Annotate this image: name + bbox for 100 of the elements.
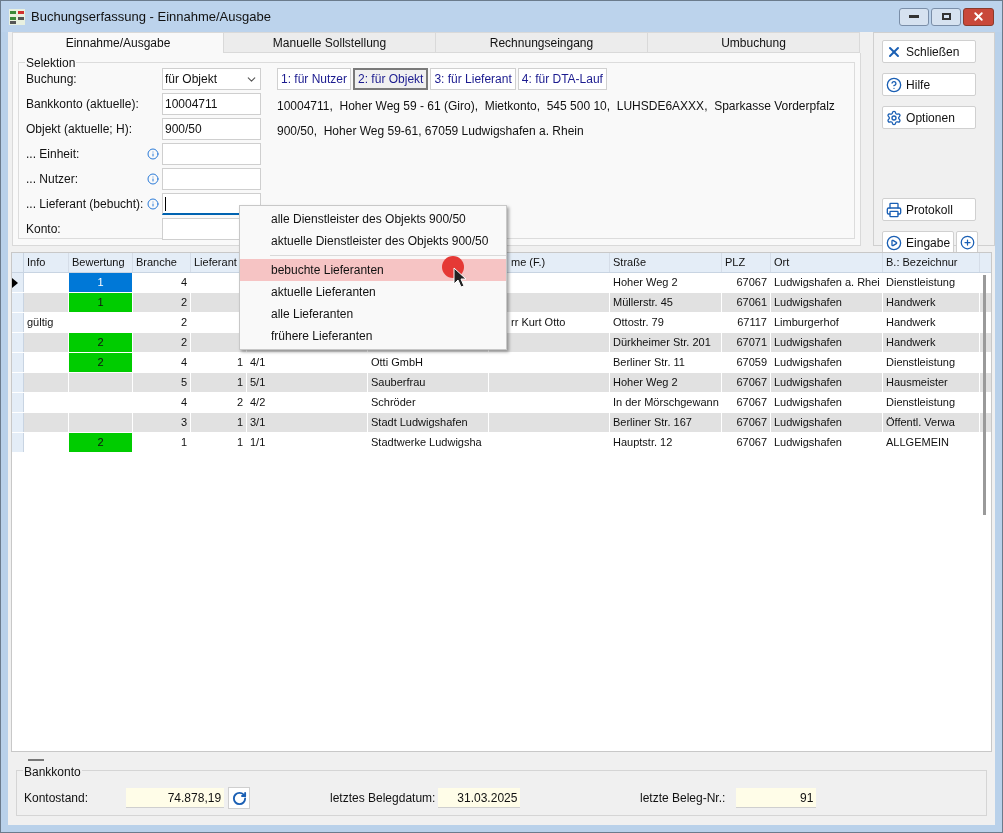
- table-cell-text: 67067: [735, 275, 768, 291]
- mode-button[interactable]: 4: für DTA-Lauf: [517, 68, 607, 90]
- side-button[interactable]: Hilfe: [882, 73, 977, 96]
- table-cell-text: Hauptstr. 12: [612, 435, 674, 451]
- tab[interactable]: Einnahme/Ausgabe: [12, 32, 224, 53]
- table-cell-text: 1: [179, 435, 188, 451]
- table-cell-text: Ludwigshafen: [773, 295, 843, 311]
- table-cell-text: Dürkheimer Str. 201: [612, 335, 712, 351]
- maximize-button[interactable]: [931, 7, 961, 26]
- column-header[interactable]: PLZ: [725, 254, 746, 271]
- table-cell-text: 2: [179, 315, 188, 331]
- table-cell-text: Limburgerhof: [773, 315, 840, 331]
- side-button[interactable]: Optionen: [882, 106, 977, 129]
- table-cell-text: 1: [235, 355, 244, 371]
- field-label: Konto:: [26, 221, 61, 238]
- info-icon[interactable]: [147, 198, 159, 210]
- table-cell-text: Öffentl. Verwa: [885, 415, 956, 431]
- table-cell-text: 2: [179, 295, 188, 311]
- info-icon[interactable]: [147, 148, 159, 160]
- column-header[interactable]: Straße: [613, 254, 646, 271]
- input-field[interactable]: [162, 143, 261, 165]
- table-cell-text: Müllerstr. 45: [612, 295, 674, 311]
- column-header[interactable]: Info: [27, 254, 46, 271]
- table-cell-text: Ottostr. 79: [612, 315, 665, 331]
- tab[interactable]: Umbuchung: [648, 32, 860, 53]
- table-cell-text: 67067: [735, 395, 768, 411]
- side-button[interactable]: Protokoll: [882, 198, 977, 221]
- add-button[interactable]: [956, 231, 979, 254]
- field-label: ... Einheit:: [26, 146, 80, 163]
- value-field: 31.03.2025: [438, 788, 521, 808]
- info-icon[interactable]: [147, 173, 159, 185]
- table-cell-text: 67067: [735, 415, 768, 431]
- table-cell-text: Stadt Ludwigshafen: [370, 415, 469, 431]
- menu-item[interactable]: alle Lieferanten: [240, 303, 506, 325]
- field-label: ... Lieferant (bebucht):: [26, 196, 144, 213]
- booking-dropdown[interactable]: für Objekt: [162, 68, 261, 90]
- refresh-icon: [231, 790, 247, 806]
- field-label: Bankkonto (aktuelle):: [26, 96, 139, 113]
- table-cell-text: 4: [179, 275, 188, 291]
- column-header[interactable]: Lieferant: [194, 254, 237, 271]
- table-cell-text: 5: [179, 375, 188, 391]
- table-cell-text: Handwerk: [885, 295, 937, 311]
- table-cell-text: 4: [179, 395, 188, 411]
- mode-button[interactable]: 1: für Nutzer: [277, 68, 352, 90]
- play-icon: [886, 234, 903, 251]
- menu-item[interactable]: frühere Lieferanten: [240, 325, 506, 347]
- table-cell-text: 67067: [735, 375, 768, 391]
- rating-cell: 1: [69, 273, 132, 292]
- table-cell-text: Hausmeister: [885, 375, 949, 391]
- menu-item[interactable]: bebuchte Lieferanten: [240, 259, 506, 281]
- column-header[interactable]: Branche: [136, 254, 177, 271]
- value-field: 91: [736, 788, 817, 808]
- rating-cell: 2: [69, 353, 132, 372]
- table-cell-text: 3: [179, 415, 188, 431]
- table-cell-text: ALLGEMEIN: [885, 435, 950, 451]
- field-label: Kontostand:: [24, 790, 89, 807]
- column-header[interactable]: me (F.): [511, 254, 546, 271]
- input-field[interactable]: [162, 193, 261, 215]
- app-icon: [9, 8, 25, 25]
- tab[interactable]: Manuelle Sollstellung: [224, 32, 436, 53]
- menu-item[interactable]: aktuelle Dienstleister des Objekts 900/50: [240, 230, 506, 252]
- table-cell-text: 1: [235, 375, 244, 391]
- mode-button[interactable]: 2: für Objekt: [353, 68, 429, 90]
- column-header[interactable]: B.: Bezeichnur: [886, 254, 958, 271]
- refresh-button[interactable]: [228, 787, 251, 809]
- minimize-button[interactable]: [899, 7, 929, 26]
- table-cell-text: Dienstleistung: [885, 395, 957, 411]
- window-title: Buchungserfassung - Einnahme/Ausgabe: [31, 7, 271, 26]
- field-label: ... Nutzer:: [26, 171, 78, 188]
- column-header[interactable]: Ort: [774, 254, 790, 271]
- table-cell-text: rr Kurt Otto: [510, 315, 567, 331]
- mode-button[interactable]: 3: für Lieferant: [430, 68, 516, 90]
- table-cell-text: 67061: [735, 295, 768, 311]
- table-cell-text: Hoher Weg 2: [612, 375, 679, 391]
- rating-cell: 2: [69, 333, 132, 352]
- table-cell-text: Ludwigshafen: [773, 335, 843, 351]
- table-cell-text: 1: [235, 415, 244, 431]
- current-row-icon: [12, 277, 18, 288]
- row-header[interactable]: [12, 273, 24, 292]
- table-cell-text: Dienstleistung: [885, 355, 957, 371]
- input-field[interactable]: 900/50: [162, 118, 261, 140]
- printer-icon: [886, 201, 903, 218]
- input-field[interactable]: [162, 168, 261, 190]
- side-button[interactable]: Eingabe: [882, 231, 955, 254]
- tab[interactable]: Rechnungseingang: [436, 32, 648, 53]
- menu-item[interactable]: alle Dienstleister des Objekts 900/50: [240, 208, 506, 230]
- table-cell-text: Ludwigshafen: [773, 375, 843, 391]
- info-text: 900/50, Hoher Weg 59-61, 67059 Ludwigshafen a. Rhein: [277, 123, 585, 140]
- column-header[interactable]: Bewertung: [72, 254, 125, 271]
- close-icon: [972, 10, 985, 23]
- input-field[interactable]: 10004711: [162, 93, 261, 115]
- table-cell-text: 2: [179, 335, 188, 351]
- close-button[interactable]: [963, 7, 994, 26]
- table-cell-text: Handwerk: [885, 315, 937, 331]
- menu-item[interactable]: aktuelle Lieferanten: [240, 281, 506, 303]
- table-cell-text: Ludwigshafen: [773, 435, 843, 451]
- table-cell-text: In der Mörschgewann: [612, 395, 720, 411]
- rating-cell: 2: [69, 433, 132, 452]
- table-cell-text: Dienstleistung: [885, 275, 957, 291]
- side-button[interactable]: Schließen: [882, 40, 977, 63]
